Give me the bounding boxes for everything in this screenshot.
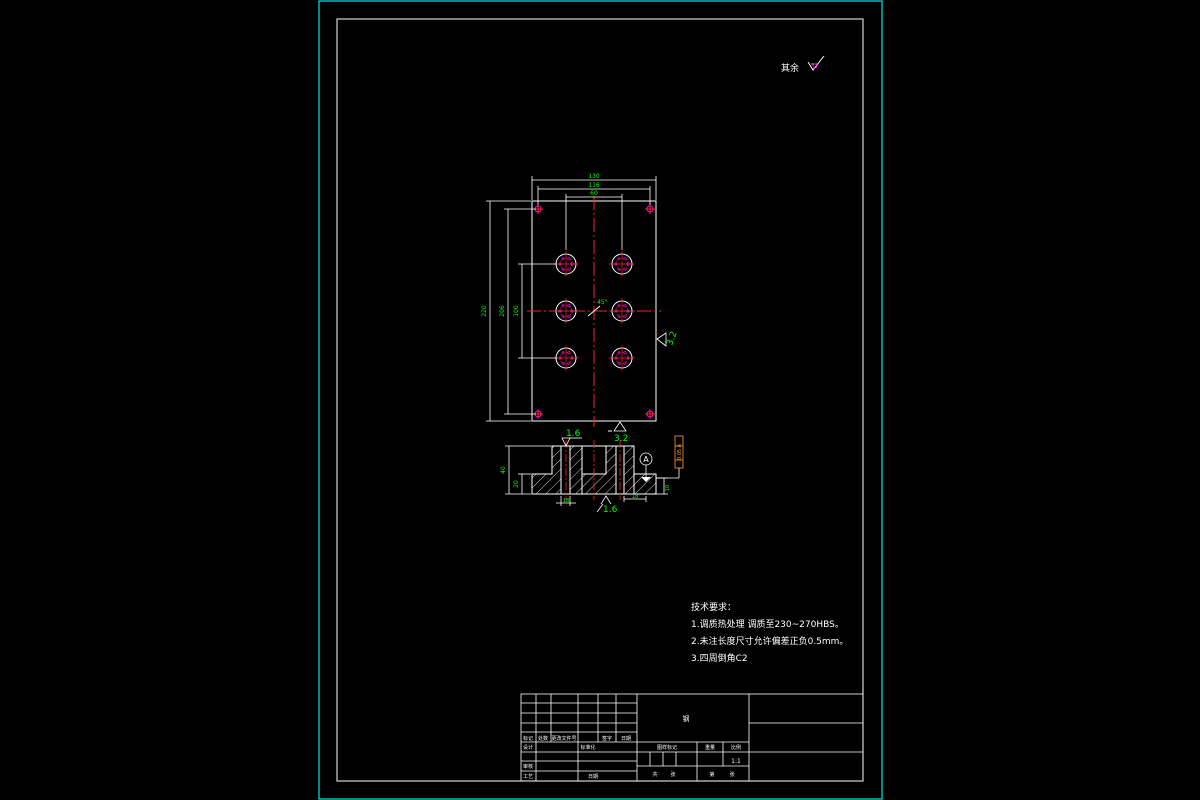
sign-row: 标记 处数 更改文件号 签字 日期 — [523, 735, 631, 742]
boss-hole — [609, 251, 635, 277]
sheet-labels: 共 张 第 张 — [652, 771, 734, 778]
dim-height-220: 220 — [481, 305, 488, 317]
section-center-block — [581, 445, 617, 495]
roughness-section-top-value: 1.6 — [566, 429, 581, 439]
svg-text:标准化: 标准化 — [580, 744, 595, 751]
inner-frame — [336, 18, 864, 782]
svg-text:第: 第 — [709, 771, 714, 778]
section-left-post — [569, 445, 583, 495]
center-angle-label: 45° — [597, 299, 608, 306]
tech-req-item-3: 3.四周倒角C2 — [691, 652, 748, 664]
dim-section-slot-left: 18 — [563, 498, 569, 504]
roughness-note: 其余 — [781, 62, 799, 74]
svg-text:标记: 标记 — [523, 735, 533, 742]
tolerance-frame-text: 0.05 A — [677, 443, 683, 460]
dim-width-130: 130 — [588, 173, 600, 180]
svg-text:设计: 设计 — [523, 744, 533, 751]
left-dimensions — [486, 200, 557, 422]
dim-height-206: 206 — [499, 305, 506, 317]
process-label: 工艺 — [523, 774, 533, 780]
material-label: 钢 — [683, 714, 690, 723]
dim-section-slot-right: 18 — [632, 494, 638, 500]
svg-text:张: 张 — [729, 771, 734, 778]
svg-text:处数: 处数 — [538, 735, 548, 742]
svg-text:比例: 比例 — [731, 744, 741, 751]
boss-hole — [609, 298, 635, 324]
stage-headers: 图样标记 重量 比例 — [657, 744, 741, 751]
plan-view: 45° 130 116 60 220 206 100 3.2 3.2 — [481, 173, 680, 444]
svg-text:签字: 签字 — [602, 735, 612, 742]
boss-hole — [553, 298, 579, 324]
datum-label: A — [643, 455, 649, 464]
svg-text:图样标记: 图样标记 — [657, 744, 677, 751]
date-label: 日期 — [588, 774, 598, 780]
tech-requirements: 技术要求： 1.调质热处理 调质至230~270HBS。 2.未注长度尺寸允许偏… — [691, 601, 848, 664]
tech-req-item-2: 2.未注长度尺寸允许偏差正负0.5mm。 — [691, 635, 848, 647]
roughness-section-bottom-value: 1.6 — [603, 505, 618, 515]
dim-width-116: 116 — [588, 182, 600, 189]
design-row: 设计 标准化 — [523, 744, 596, 751]
roughness-right-value: 3.2 — [665, 330, 679, 347]
dim-section-small: 10 — [665, 485, 671, 491]
section-view: 40 20 18 18 10 1.6 1.6 A 0.05 A — [500, 429, 684, 515]
dim-height-100: 100 — [513, 305, 520, 317]
tech-req-item-1: 1.调质热处理 调质至230~270HBS。 — [691, 618, 844, 630]
tech-req-title: 技术要求： — [691, 601, 736, 613]
boss-hole — [609, 345, 635, 371]
roughness-bottom-icon — [608, 421, 627, 432]
section-right-post — [623, 445, 635, 495]
dim-section-base-20: 20 — [513, 480, 520, 488]
svg-text:重量: 重量 — [705, 744, 715, 751]
scale-value: 1:1 — [731, 758, 741, 765]
roughness-section-top-icon — [561, 437, 582, 447]
section-left-block — [531, 445, 562, 495]
svg-text:共: 共 — [652, 771, 657, 778]
svg-text:日期: 日期 — [621, 736, 631, 742]
svg-text:张: 张 — [670, 771, 675, 778]
dim-width-60: 60 — [590, 190, 598, 197]
review-label: 审核 — [523, 763, 533, 770]
dim-section-height-40: 40 — [500, 466, 507, 474]
svg-text:更改文件号: 更改文件号 — [551, 735, 576, 742]
roughness-check-icon — [807, 55, 825, 71]
roughness-bottom-value: 3.2 — [614, 434, 628, 444]
outer-frame — [318, 0, 883, 800]
drawing-sheet: 其余 45° 130 116 60 220 206 100 3.2 3.2 40… — [318, 0, 883, 800]
